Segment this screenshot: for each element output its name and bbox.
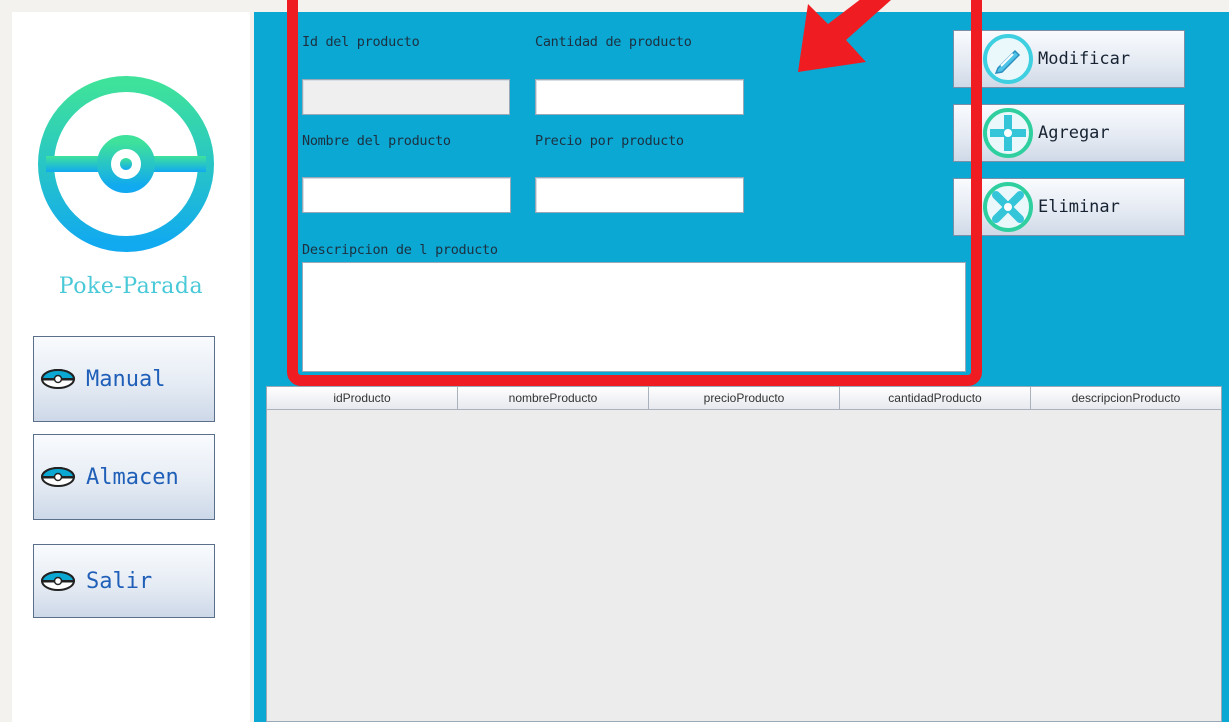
nav-almacen-label: Almacen xyxy=(86,464,179,490)
nombre-label: Nombre del producto xyxy=(302,133,451,149)
sidebar: Poke-Parada Manual Almacen Salir xyxy=(12,12,250,722)
nav-almacen-button[interactable]: Almacen xyxy=(33,434,215,520)
eliminar-label: Eliminar xyxy=(1038,197,1120,217)
precio-label: Precio por producto xyxy=(535,133,684,149)
id-label: Id del producto xyxy=(302,34,420,50)
pokeball-logo-icon xyxy=(38,76,214,252)
column-header[interactable]: idProducto xyxy=(267,387,458,409)
id-field[interactable] xyxy=(302,79,510,115)
modificar-button[interactable]: Modificar xyxy=(953,30,1185,88)
cantidad-field[interactable] xyxy=(535,79,744,115)
brand-name: Poke-Parada xyxy=(58,274,204,299)
nav-manual-label: Manual xyxy=(86,366,166,392)
cantidad-label: Cantidad de producto xyxy=(535,34,692,50)
table-header: idProducto nombreProducto precioProducto… xyxy=(267,387,1221,410)
descripcion-label: Descripcion de l producto xyxy=(302,242,498,258)
nav-manual-button[interactable]: Manual xyxy=(33,336,215,422)
agregar-label: Agregar xyxy=(1038,123,1110,143)
column-header[interactable]: descripcionProducto xyxy=(1031,387,1221,409)
precio-field[interactable] xyxy=(535,177,744,213)
column-header[interactable]: cantidadProducto xyxy=(840,387,1031,409)
agregar-button[interactable]: Agregar xyxy=(953,104,1185,162)
nombre-field[interactable] xyxy=(302,177,511,213)
column-header[interactable]: nombreProducto xyxy=(458,387,649,409)
modificar-label: Modificar xyxy=(1038,49,1131,69)
nav-salir-label: Salir xyxy=(86,568,153,594)
pokeball-icon xyxy=(40,571,76,591)
nav-salir-button[interactable]: Salir xyxy=(33,544,215,618)
add-plus-icon xyxy=(983,108,1033,158)
column-header[interactable]: precioProducto xyxy=(649,387,840,409)
edit-pen-icon xyxy=(983,34,1033,84)
pokeball-icon xyxy=(40,369,76,389)
descripcion-textarea[interactable] xyxy=(302,262,966,372)
products-table[interactable]: idProducto nombreProducto precioProducto… xyxy=(266,386,1222,722)
eliminar-button[interactable]: Eliminar xyxy=(953,178,1185,236)
delete-x-icon xyxy=(983,182,1033,232)
pokeball-icon xyxy=(40,467,76,487)
product-panel: Id del producto Cantidad de producto Nom… xyxy=(254,12,1229,722)
